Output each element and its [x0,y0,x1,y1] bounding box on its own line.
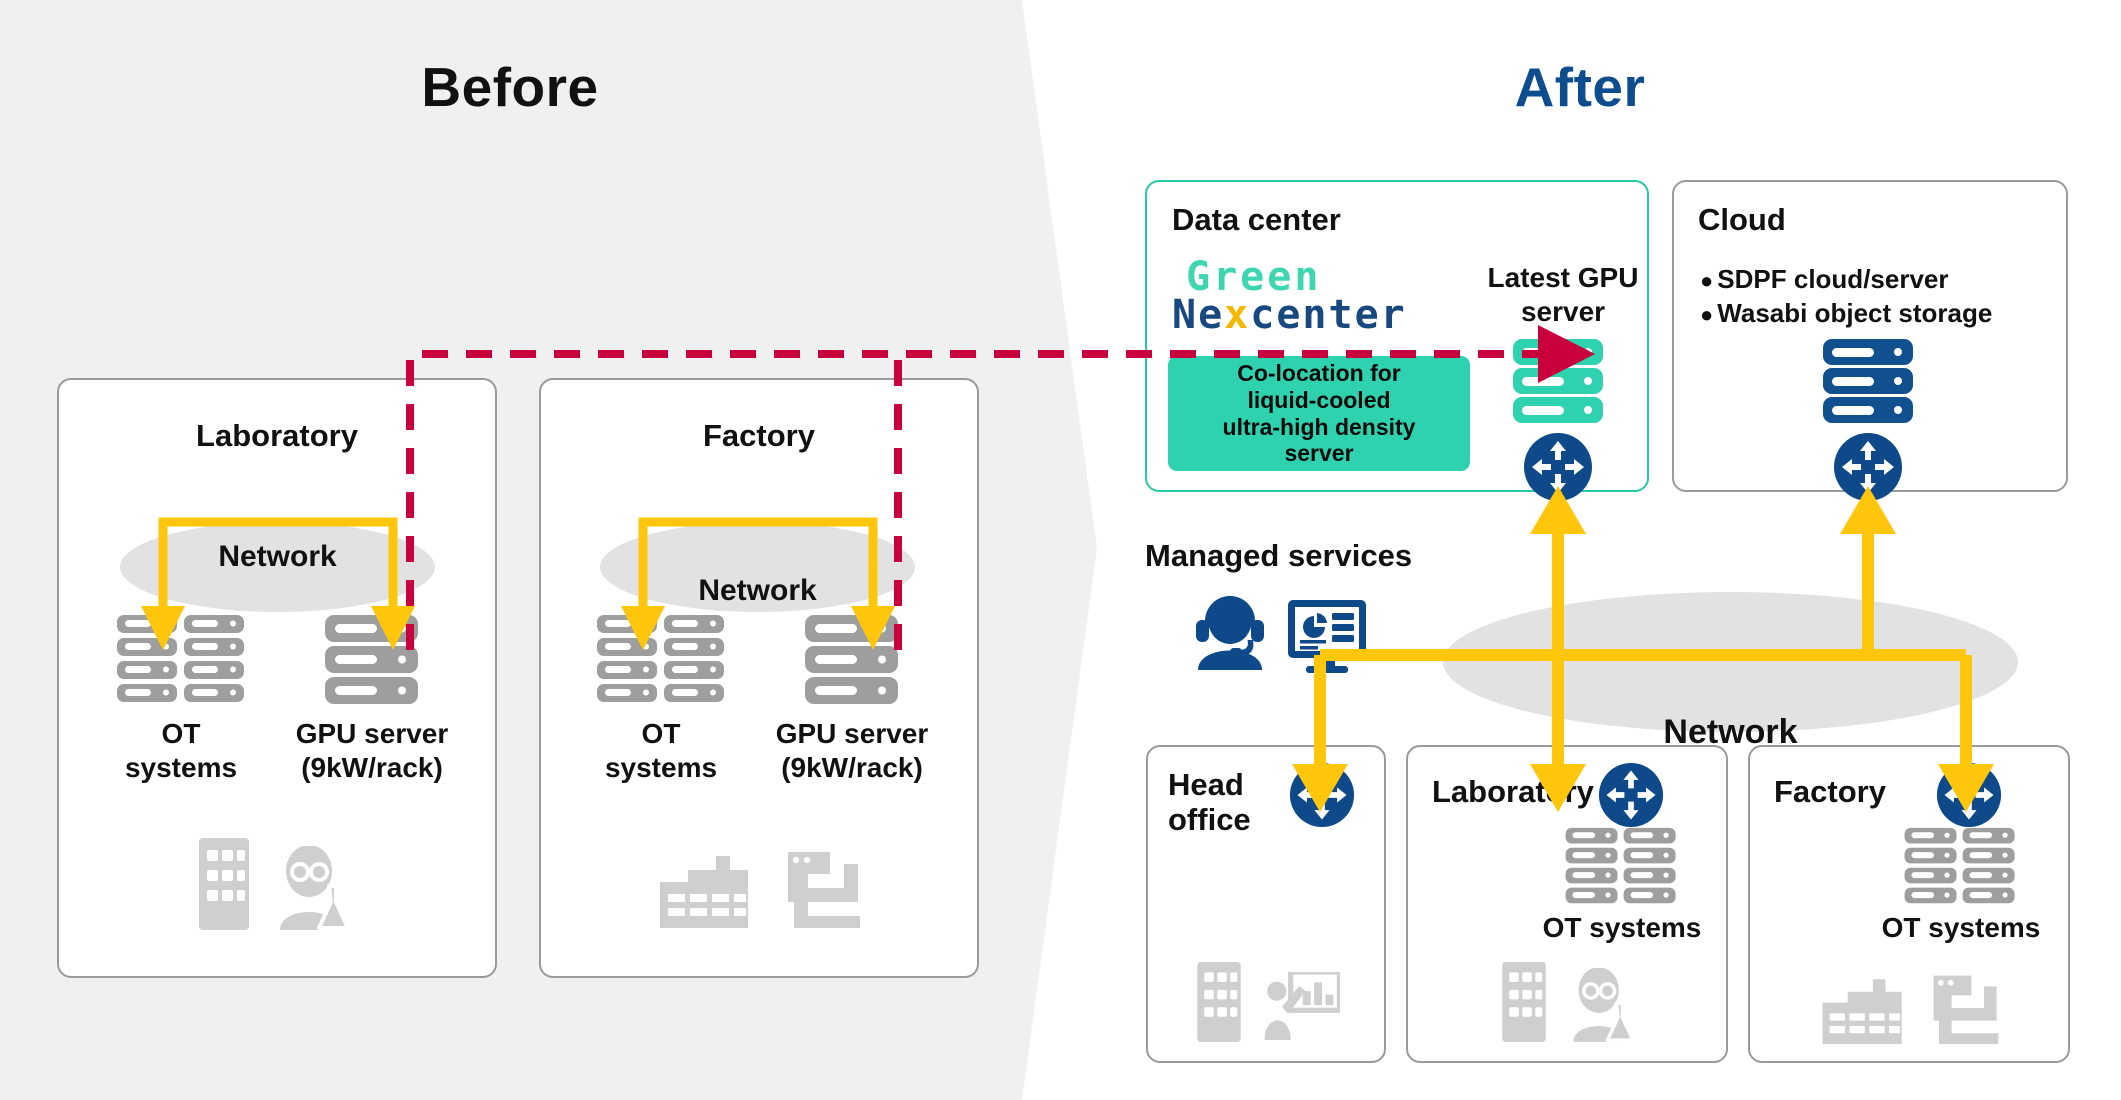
headset-operator-icon [1196,596,1264,670]
before-factory-gpu-server-icon [805,615,898,704]
before-laboratory-ot-servers-icon [117,615,244,702]
dashboard-monitor-icon [1288,600,1366,673]
after-network-ellipse [1443,592,2018,732]
after-datacenter-gpu-label-line2: server [1520,296,1606,327]
before-laboratory-gpu-label-line1: GPU server [295,718,449,749]
after-managed-services-title: Managed services [1145,538,1413,573]
after-factory-factory-icon [1822,979,1902,1044]
cloud-bullet-text-2: Wasabi object storage [1717,297,1993,328]
before-factory-gpu-label-line1: GPU server [775,718,929,749]
colocation-line-2: liquid-cooled [1247,386,1391,413]
bullet-dot-icon: ● [1700,267,1714,293]
before-laboratory-gpu-label-line2: (9kW/rack) [301,752,443,783]
colocation-line-3: ultra-high density [1222,413,1416,440]
before-laboratory-ot-label-line2: systems [124,752,238,783]
before-laboratory-building-icon [199,838,249,930]
cloud-bullet-item-1: ● SDPF cloud/server [1700,263,1992,297]
after-datacenter-gpu-label-line1: Latest GPU [1487,262,1639,293]
before-factory-ot-label-line1: OT [641,718,681,749]
logo-word-center: center [1250,292,1407,339]
after-laboratory-ot-servers-icon [1565,827,1676,904]
before-factory-gpu-label-line2: (9kW/rack) [781,752,923,783]
before-factory-ot-label-line2: systems [604,752,718,783]
logo-word-ne: Ne [1172,292,1225,339]
after-datacenter-colocation-box: Co-location for liquid-cooled ultra-high… [1168,356,1470,471]
before-laboratory-scientist-icon [280,846,350,930]
colocation-line-1: Co-location for [1237,360,1401,387]
after-datacenter-router-icon [1524,433,1592,501]
after-cloud-router-icon [1834,433,1902,501]
cloud-bullet-text-1: SDPF cloud/server [1717,264,1949,294]
after-cloud-title: Cloud [1698,202,1786,237]
after-cloud-server-icon [1823,339,1913,423]
after-laboratory-ot-label: OT systems [1542,912,1702,943]
after-datacenter-title: Data center [1172,202,1341,237]
logo-letter-x: x [1224,292,1251,339]
after-network-label: Network [1663,713,1798,751]
after-head-office-building-icon [1197,962,1241,1042]
before-factory-ot-servers-icon [597,615,724,702]
green-nexcenter-logo: Green Nexcenter [1172,257,1407,339]
before-laboratory-gpu-server-icon [325,615,418,704]
after-laboratory-title: Laboratory [1432,774,1594,809]
before-laboratory-title: Laboratory [196,418,358,453]
after-head-office-title-line2: office [1168,802,1251,837]
after-cloud-bullet-list: ● SDPF cloud/server ● Wasabi object storag… [1700,263,1992,331]
before-factory-machine-icon [788,852,860,928]
after-head-office-title-line1: Head [1168,767,1244,802]
after-laboratory-router-icon [1598,762,1664,828]
before-factory-title: Factory [703,418,815,453]
after-laboratory-building-icon [1502,962,1546,1042]
diagram-canvas: Before After Laboratory Network OT syste… [0,0,2121,1100]
page-title-before: Before [421,56,599,118]
after-laboratory-scientist-icon [1573,968,1635,1042]
before-factory-factory-icon [660,856,748,928]
after-datacenter-gpu-server-icon [1513,339,1603,423]
bullet-dot-icon: ● [1700,301,1714,327]
cloud-bullet-item-2: ● Wasabi object storage [1700,297,1992,331]
after-factory-machine-icon [1933,975,1999,1044]
before-factory-network-label: Network [698,574,817,607]
after-factory-ot-servers-icon [1904,827,2015,904]
before-laboratory-ot-label-line1: OT [161,718,201,749]
colocation-line-4: server [1284,440,1354,467]
before-laboratory-network-label: Network [218,540,337,573]
after-factory-router-icon [1936,762,2002,828]
after-head-office-presenter-icon [1264,972,1340,1040]
after-factory-ot-label: OT systems [1881,912,2041,943]
after-head-office-router-icon [1289,762,1355,828]
page-title-after: After [1514,56,1646,118]
after-factory-title: Factory [1774,774,1886,809]
